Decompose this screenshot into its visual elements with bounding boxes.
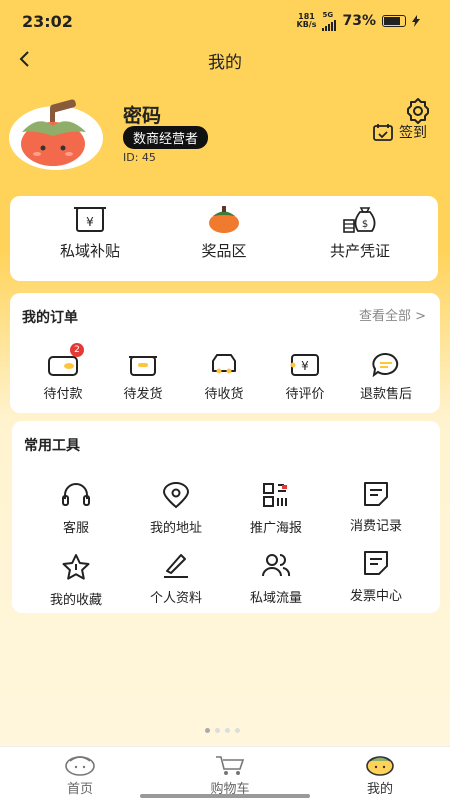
battery-percent: 73%: [342, 13, 376, 29]
tool-invoice-center[interactable]: 发票中心: [336, 549, 416, 604]
checkin-label: 签到: [399, 125, 427, 141]
edit-profile-icon: [164, 554, 188, 578]
money-bag-icon: $: [343, 207, 376, 233]
calendar-icon: [373, 124, 393, 141]
tools-card: 常用工具 客服 我的地址 推广海报 消费记录 我的收藏 个人资料 私域流量 发票…: [12, 421, 440, 613]
tool-personal-info[interactable]: 个人资料: [136, 551, 216, 606]
truck-icon: [212, 354, 236, 374]
svg-text:$: $: [362, 219, 368, 230]
tools-title: 常用工具: [24, 438, 80, 454]
location-icon: [162, 482, 190, 509]
cart-mascot-icon: [216, 756, 245, 775]
tab-cart[interactable]: 购物车: [190, 751, 270, 797]
refund-chat-icon: [372, 352, 399, 378]
orders-title: 我的订单: [22, 310, 78, 326]
user-name: 密码: [123, 105, 162, 127]
tab-home-label: 首页: [66, 782, 93, 797]
qr-poster-icon: [263, 483, 287, 507]
user-id: ID: 45: [123, 151, 156, 164]
svg-text:¥: ¥: [301, 359, 309, 373]
nav-bar: 我的: [0, 40, 450, 80]
signal-icon: [322, 19, 337, 31]
persimmon-icon: [209, 206, 239, 233]
benefit-prize-area[interactable]: 奖品区: [164, 204, 284, 261]
svg-text:¥: ¥: [86, 215, 94, 229]
mine-mascot-icon: [366, 756, 394, 776]
battery-icon: [382, 15, 406, 27]
review-icon: ¥: [290, 354, 319, 376]
headset-icon: [62, 483, 90, 506]
order-pending-payment[interactable]: 2 待付款: [30, 343, 96, 402]
charging-icon: [412, 15, 420, 27]
tab-mine-label: 我的: [366, 782, 393, 797]
page-title: 我的: [208, 53, 242, 73]
tab-bar: 首页 购物车 我的: [0, 746, 450, 801]
tool-promo-poster[interactable]: 推广海报: [236, 481, 316, 536]
home-mascot-icon: [65, 756, 95, 776]
tool-private-traffic[interactable]: 私域流量: [236, 551, 316, 606]
benefit-voucher[interactable]: $ 共产凭证: [300, 204, 420, 261]
order-pending-shipment[interactable]: 待发货: [110, 349, 176, 402]
star-icon: [62, 554, 90, 580]
subsidy-box-icon: ¥: [74, 207, 106, 232]
home-indicator: [140, 794, 310, 798]
tab-home[interactable]: 首页: [40, 751, 120, 797]
order-pending-review[interactable]: ¥ 待评价: [272, 349, 338, 402]
order-refund[interactable]: 退款售后: [353, 349, 419, 402]
see-all-orders-link[interactable]: 查看全部 >: [359, 305, 426, 324]
tool-customer-service[interactable]: 客服: [36, 481, 116, 536]
tab-mine[interactable]: 我的: [340, 751, 420, 797]
status-bar: 23:02 181 KB/s 5G 73%: [0, 0, 450, 40]
record-icon: [364, 482, 388, 506]
signal-5g: 5G: [322, 11, 337, 31]
avatar[interactable]: [8, 98, 104, 170]
tool-spending-records[interactable]: 消费记录: [336, 479, 416, 534]
package-icon: [129, 356, 157, 376]
tool-my-favorites[interactable]: 我的收藏: [36, 553, 116, 608]
benefit-subsidy[interactable]: ¥ 私域补贴: [30, 204, 150, 261]
invoice-icon: [364, 551, 388, 575]
order-pending-receipt[interactable]: 待收货: [191, 349, 257, 402]
orders-card: 我的订单 查看全部 > 2 待付款 待发货 待收货 ¥ 待评价 退款售后: [10, 293, 440, 413]
tool-my-address[interactable]: 我的地址: [136, 481, 216, 536]
benefits-card: ¥ 私域补贴 奖品区 $ 共产凭证: [10, 196, 438, 281]
checkin-button[interactable]: 签到: [373, 122, 427, 142]
network-speed: 181 KB/s: [296, 12, 317, 29]
status-indicators: 181 KB/s 5G 73%: [296, 11, 420, 31]
status-time: 23:02: [22, 12, 73, 31]
role-badge: 数商经营者: [123, 126, 209, 149]
users-icon: [262, 554, 291, 577]
page-indicator: [205, 728, 240, 733]
pending-payment-badge: 2: [70, 343, 84, 357]
